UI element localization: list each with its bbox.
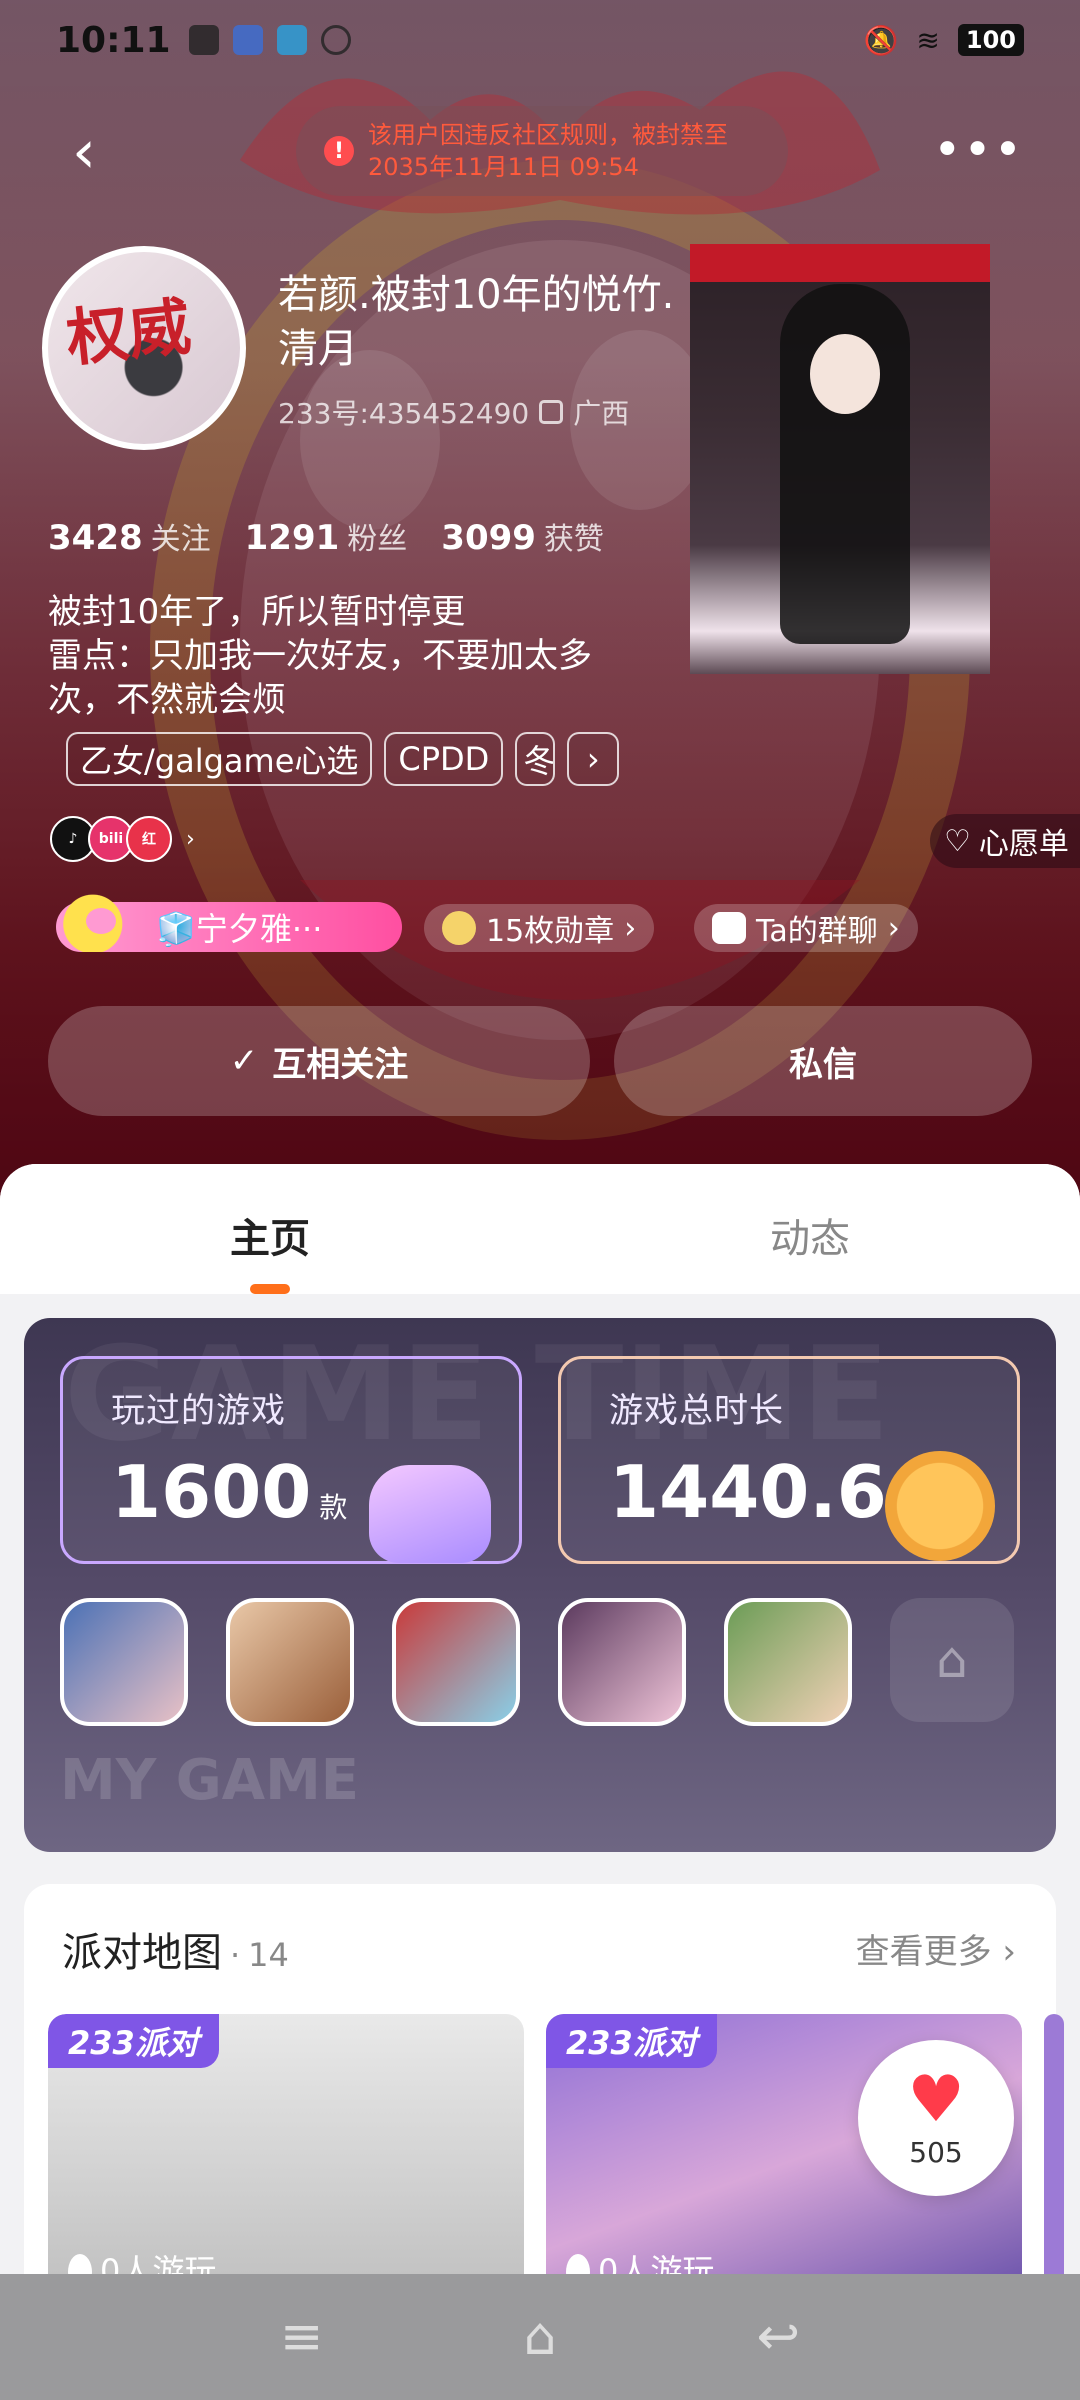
wishlist-button[interactable]: ♡ 心愿单: [930, 814, 1080, 868]
medal-icon: [442, 911, 476, 945]
game-stats-card: GAME TIME MY GAME 玩过的游戏 1600 款 游戏总时长 144…: [24, 1318, 1056, 1852]
play-time-box[interactable]: 游戏总时长 1440.6 小时: [558, 1356, 1020, 1564]
home-icon[interactable]: ⌂: [523, 2307, 556, 2367]
back-icon[interactable]: ↩: [757, 2307, 801, 2367]
social-links[interactable]: ♪ bili 红 ›: [50, 816, 195, 862]
gamepad-icon: [369, 1465, 491, 1563]
profile-stats: 3428 关注 1291 粉丝 3099 获赞: [48, 514, 604, 558]
stat-likes: 3099 获赞: [441, 518, 604, 558]
game-thumbnail[interactable]: [392, 1598, 520, 1726]
game-thumbnail[interactable]: [558, 1598, 686, 1726]
xiaohongshu-icon: 红: [126, 816, 172, 862]
tag-item[interactable]: CPDD: [384, 732, 504, 786]
ban-notice: ! 该用户因违反社区规则，被封禁至 2035年11月11日 09:54: [296, 106, 788, 196]
user-id: 233号:435452490: [278, 397, 530, 430]
stat-followers[interactable]: 1291 粉丝: [245, 514, 408, 558]
heart-icon: ♥: [907, 2062, 965, 2137]
game-thumbnail[interactable]: [226, 1598, 354, 1726]
group-chat-button[interactable]: Ta的群聊 ›: [694, 904, 918, 952]
nickname: 若颜.被封10年的悦竹.清月: [278, 272, 675, 372]
tags-expand-button[interactable]: ›: [567, 732, 620, 786]
party-map-card[interactable]: [1044, 2014, 1064, 2274]
play-time-value: 1440.6: [609, 1450, 887, 1534]
like-count: 505: [909, 2135, 963, 2169]
games-played-value: 1600: [111, 1450, 312, 1534]
follow-button[interactable]: ✓ 互相关注: [48, 1006, 590, 1116]
status-bar: 10:11 🔕 ≋ 100: [0, 0, 1080, 80]
vip-badge[interactable]: 🧊宁夕雅···: [56, 890, 402, 952]
featured-character-image[interactable]: [690, 244, 990, 674]
party-badge: 233派对: [48, 2014, 219, 2068]
flame-icon: [566, 2254, 590, 2274]
system-nav-bar: ≡ ⌂ ↩: [0, 2274, 1080, 2400]
notification-icon: [188, 25, 219, 55]
warning-icon: !: [324, 136, 354, 166]
chat-app-icon: [320, 25, 351, 55]
back-button[interactable]: ‹: [72, 122, 122, 182]
chevron-right-icon: ›: [186, 826, 195, 852]
see-more-link[interactable]: 查看更多 ›: [856, 1924, 1016, 1973]
party-map-card[interactable]: 233派对 0人游玩: [48, 2014, 524, 2274]
badges-button[interactable]: 15枚勋章 ›: [424, 904, 655, 952]
tab-bar: 主页 动态: [0, 1164, 1080, 1294]
game-thumbnail[interactable]: [60, 1598, 188, 1726]
ban-notice-text: 该用户因违反社区规则，被封禁至 2035年11月11日 09:54: [368, 121, 728, 181]
tab-indicator: [250, 1284, 290, 1294]
wifi-icon: ≋: [916, 23, 940, 57]
mute-icon: 🔕: [863, 23, 899, 57]
chevron-right-icon: ›: [887, 910, 900, 946]
player-count: 0人游玩: [100, 2252, 217, 2274]
chevron-right-icon: ›: [1002, 1932, 1016, 1972]
bio-line: 被封10年了，所以暂时停更: [48, 592, 466, 632]
tag-item[interactable]: 乙女/galgame心选: [66, 732, 373, 786]
section-title: 派对地图: [62, 1930, 222, 1976]
tag-item[interactable]: 冬: [515, 732, 556, 786]
check-icon: ✓: [229, 1041, 259, 1081]
section-count: 14: [248, 1936, 289, 1974]
party-badge: 233派对: [546, 2014, 717, 2068]
profile-header: 10:11 🔕 ≋ 100 ‹ ! 该用户因违反社区规则，被封禁至 2035年1…: [0, 0, 1080, 1200]
battery-indicator: 100: [957, 24, 1024, 56]
gamepad-icon[interactable]: ⌂: [890, 1598, 1014, 1722]
watermark-text: MY GAME: [60, 1748, 360, 1813]
heart-outline-icon: ♡: [944, 823, 971, 859]
star-icon: [56, 890, 148, 952]
tab-moments[interactable]: 动态: [540, 1164, 1080, 1294]
avatar[interactable]: 权威: [42, 246, 246, 450]
flame-icon: [68, 2254, 92, 2274]
bio-line: 雷点：只加我一次好友，不要加太多次，不然就会烦: [48, 636, 592, 720]
more-options-button[interactable]: •••: [933, 126, 1024, 174]
app-notification-icon: [232, 25, 263, 55]
game-thumbnail[interactable]: [724, 1598, 852, 1726]
message-button[interactable]: 私信: [614, 1006, 1032, 1116]
tab-home[interactable]: 主页: [0, 1164, 540, 1294]
status-time: 10:11: [56, 19, 171, 61]
location: 广西: [573, 397, 630, 430]
menu-icon[interactable]: ≡: [280, 2307, 324, 2367]
games-played-box[interactable]: 玩过的游戏 1600 款: [60, 1356, 522, 1564]
bio: 被封10年了，所以暂时停更 雷点：只加我一次好友，不要加太多次，不然就会烦: [48, 590, 648, 722]
floating-like-button[interactable]: ♥ 505: [858, 2040, 1014, 2196]
stat-following[interactable]: 3428 关注: [48, 514, 211, 558]
stopwatch-icon: [885, 1451, 995, 1561]
chat-icon: [712, 912, 746, 944]
chevron-right-icon: ›: [624, 910, 637, 946]
video-app-icon: [276, 25, 307, 55]
copy-icon[interactable]: [539, 400, 564, 424]
player-count: 0人游玩: [598, 2252, 715, 2274]
avatar-text: 权威: [63, 289, 195, 376]
recent-games: ⌂: [60, 1598, 1014, 1726]
tag-list: 乙女/galgame心选 CPDD 冬 ›: [66, 732, 620, 786]
uid-row: 233号:435452490 广西: [278, 392, 629, 432]
